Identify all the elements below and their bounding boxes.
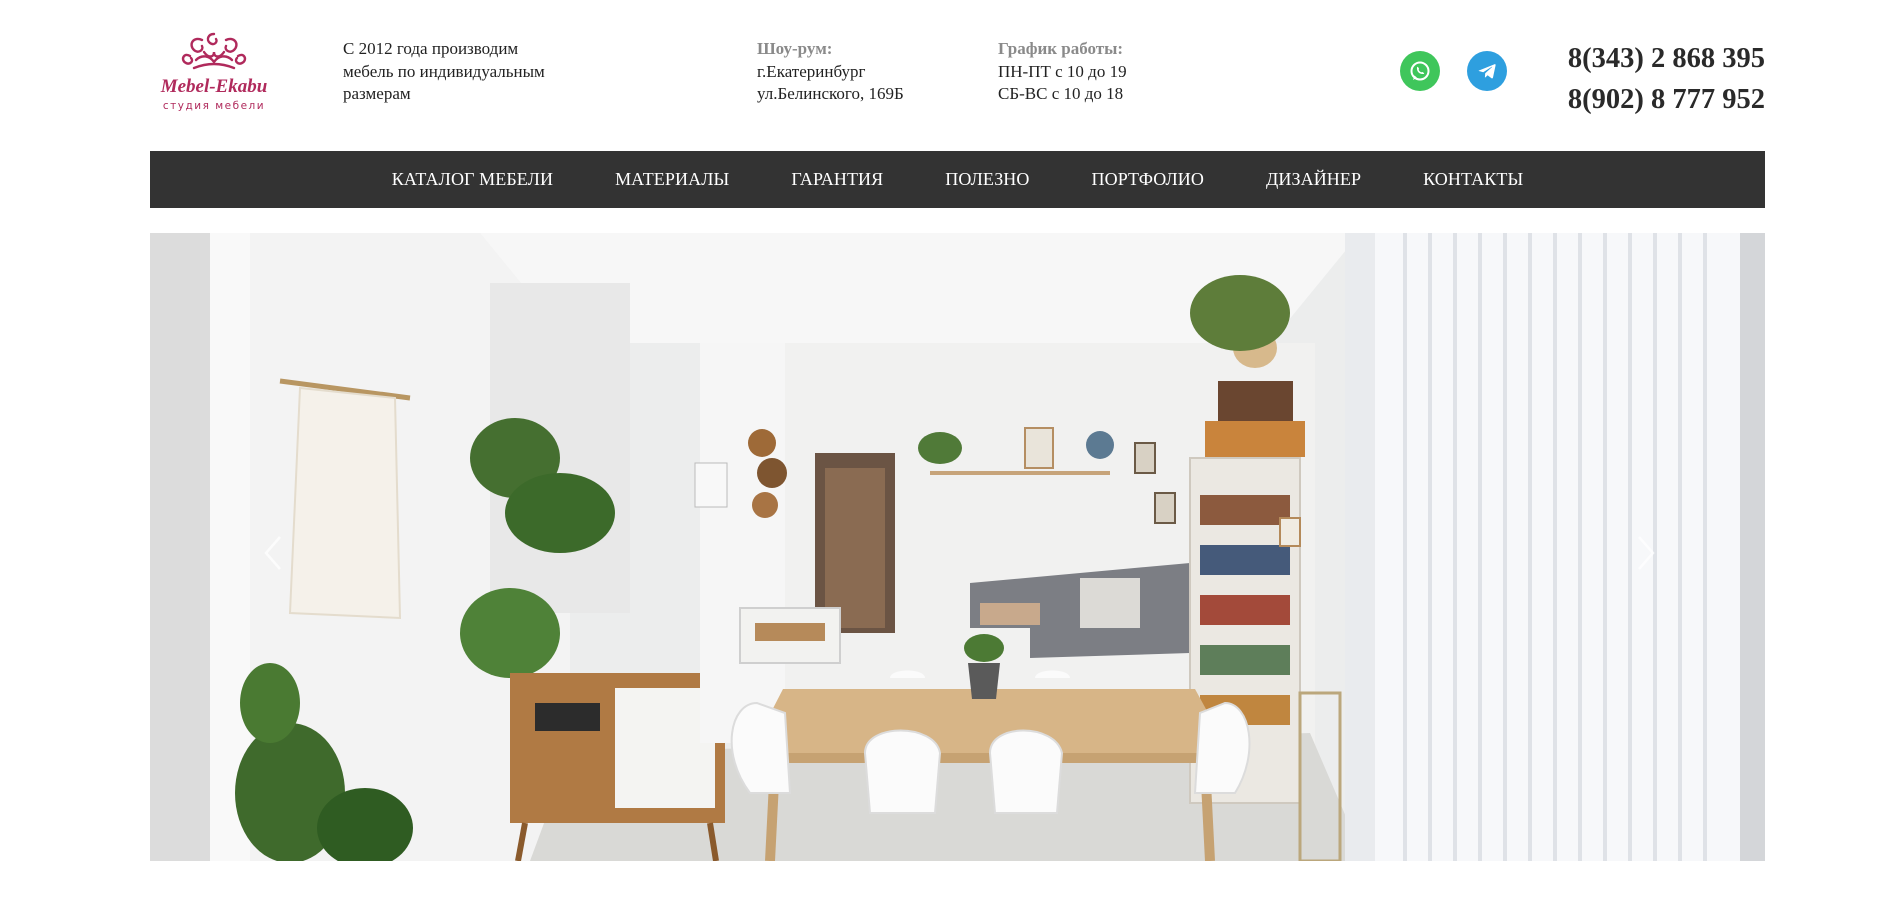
showroom-address: ул.Белинского, 169Б bbox=[757, 84, 904, 103]
hero-slider[interactable] bbox=[150, 233, 1765, 861]
nav-item-contacts[interactable]: КОНТАКТЫ bbox=[1423, 169, 1523, 190]
site-header: Mebel-Ekabu студия мебели С 2012 года пр… bbox=[0, 0, 1902, 150]
chevron-left-icon bbox=[264, 536, 281, 570]
phone-numbers: 8(343) 2 868 395 8(902) 8 777 952 bbox=[1568, 38, 1765, 120]
work-schedule: График работы: ПН-ПТ с 10 до 19 СБ-ВС с … bbox=[998, 38, 1127, 106]
nav-item-portfolio[interactable]: ПОРТФОЛИО bbox=[1092, 169, 1204, 190]
nav-item-warranty[interactable]: ГАРАНТИЯ bbox=[791, 169, 883, 190]
tagline-line: мебель по индивидуальным bbox=[343, 61, 545, 81]
tagline-line: размерам bbox=[343, 84, 411, 103]
whatsapp-icon bbox=[1410, 61, 1430, 81]
schedule-label: График работы: bbox=[998, 39, 1124, 58]
chevron-right-icon bbox=[1638, 536, 1655, 570]
svg-text:Mebel-Ekabu: Mebel-Ekabu bbox=[160, 76, 268, 97]
phone-mobile[interactable]: 8(902) 8 777 952 bbox=[1568, 79, 1765, 120]
logo-emblem-icon: Mebel-Ekabu студия мебели bbox=[160, 32, 268, 112]
nav-item-materials[interactable]: МАТЕРИАЛЫ bbox=[615, 169, 729, 190]
slide-interior-photo bbox=[150, 233, 1765, 861]
showroom-info: Шоу-рум: г.Екатеринбург ул.Белинского, 1… bbox=[757, 38, 904, 106]
telegram-button[interactable] bbox=[1467, 51, 1507, 91]
telegram-icon bbox=[1478, 64, 1496, 79]
showroom-label: Шоу-рум: bbox=[757, 39, 833, 58]
company-tagline: С 2012 года производим мебель по индивид… bbox=[343, 38, 583, 106]
slider-prev-button[interactable] bbox=[254, 523, 294, 583]
nav-item-designer[interactable]: ДИЗАЙНЕР bbox=[1266, 169, 1361, 190]
schedule-weekdays: ПН-ПТ с 10 до 19 bbox=[998, 61, 1127, 81]
main-navigation: КАТАЛОГ МЕБЕЛИ МАТЕРИАЛЫ ГАРАНТИЯ ПОЛЕЗН… bbox=[150, 151, 1765, 208]
showroom-city: г.Екатеринбург bbox=[757, 61, 866, 81]
whatsapp-button[interactable] bbox=[1400, 51, 1440, 91]
brand-logo[interactable]: Mebel-Ekabu студия мебели bbox=[150, 30, 278, 116]
slider-next-button[interactable] bbox=[1625, 523, 1665, 583]
phone-primary[interactable]: 8(343) 2 868 395 bbox=[1568, 38, 1765, 79]
schedule-weekend: СБ-ВС с 10 до 18 bbox=[998, 84, 1124, 103]
svg-text:студия мебели: студия мебели bbox=[163, 100, 265, 112]
nav-item-useful[interactable]: ПОЛЕЗНО bbox=[945, 169, 1029, 190]
tagline-line: С 2012 года производим bbox=[343, 39, 519, 58]
nav-item-catalog[interactable]: КАТАЛОГ МЕБЕЛИ bbox=[392, 169, 553, 190]
